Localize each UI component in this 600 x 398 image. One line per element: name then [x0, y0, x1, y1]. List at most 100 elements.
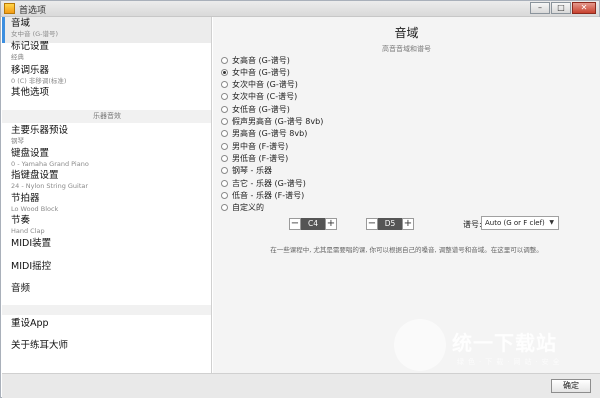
sidebar-item-midi-device[interactable]: MIDI装置 [2, 238, 211, 260]
sidebar-item-value: 24 - Nylon String Guitar [11, 182, 89, 190]
sidebar-item-rhythm[interactable]: 节奏 Hand Clap [2, 215, 211, 237]
sidebar-item-label: 音频 [11, 283, 31, 294]
range-option-label: 女高音 (G-谱号) [232, 55, 290, 65]
range-option[interactable]: 女次中音 (C-谱号) [221, 91, 297, 103]
sidebar-divider [2, 305, 211, 315]
sidebar-item-transposing[interactable]: 移调乐器 0 (C) 非移调(标准) [2, 65, 211, 89]
range-option[interactable]: 假声男高音 (G-谱号 8vb) [221, 116, 323, 128]
range-option-label: 自定义的 [232, 203, 264, 213]
clef-select-value: Auto (G or F clef) [485, 219, 545, 227]
radio-button[interactable] [221, 142, 228, 150]
sidebar-item-label: 关于练耳大师 [11, 340, 69, 351]
range-option[interactable]: 女次中音 (G-谱号) [221, 79, 298, 91]
preferences-window: 首选项 – □ ✕ 音域 女中音 (G-谱号) 标记设置 经典 移调乐器 0 (… [0, 0, 600, 398]
minimize-button[interactable]: – [530, 2, 550, 14]
sidebar-item-value: Hand Clap [11, 227, 45, 235]
sidebar-item-value: 经典 [11, 53, 24, 61]
watermark-text: 统一下载站 [452, 331, 557, 355]
range-option[interactable]: 女中音 (G-谱号) [221, 66, 290, 78]
title-bar[interactable]: 首选项 – □ ✕ [1, 1, 599, 17]
plus-icon[interactable]: + [325, 217, 337, 230]
range-option[interactable]: 女低音 (G-谱号) [221, 103, 290, 115]
range-option-label: 男中音 (F-谱号) [232, 141, 289, 151]
range-option-label: 假声男高音 (G-谱号 8vb) [232, 117, 324, 126]
range-option[interactable]: 低音 - 乐器 (F-谱号) [221, 189, 304, 201]
radio-button[interactable] [221, 56, 228, 64]
range-option-label: 女中音 (G-谱号) [232, 67, 290, 77]
sidebar-item-notation[interactable]: 标记设置 经典 [2, 41, 211, 65]
close-button[interactable]: ✕ [572, 2, 596, 14]
low-note-value: C4 [301, 217, 325, 230]
radio-button[interactable] [221, 93, 228, 101]
range-option-label: 女低音 (G-谱号) [232, 104, 290, 114]
radio-button[interactable] [221, 204, 228, 212]
sidebar-item-value: 0 (C) 非移调(标准) [11, 77, 67, 85]
range-option[interactable]: 吉它 - 乐器 (G-谱号) [221, 177, 306, 189]
sidebar-item-label: 标记设置 [11, 41, 50, 52]
radio-button[interactable] [221, 118, 228, 125]
sidebar-item-fretboard[interactable]: 指键盘设置 24 - Nylon String Guitar [2, 170, 211, 193]
chevron-down-icon: ▼ [549, 219, 554, 226]
sidebar-item-reset-app[interactable]: 重设App [2, 318, 211, 340]
footer-bar: 确定 [2, 373, 600, 398]
clef-label: 谱号: [463, 220, 482, 229]
sidebar-item-other[interactable]: 其他选项 [2, 87, 211, 107]
info-text: 在一些课程中, 尤其是需要唱的课, 你可以根据自己的嗓音, 调整谱号和音域。在这… [270, 246, 543, 254]
radio-button[interactable] [221, 191, 228, 199]
sidebar-item-main-preset[interactable]: 主要乐器预设 钢琴 [2, 125, 211, 148]
range-option-label: 男高音 (G-谱号 8vb) [232, 129, 308, 139]
page-subtitle: 高音音域和谱号 [382, 45, 431, 53]
radio-button[interactable] [221, 105, 228, 113]
range-option-label: 女次中音 (C-谱号) [232, 92, 298, 102]
range-option[interactable]: 男低音 (F-谱号) [221, 152, 288, 164]
sidebar-item-keyboard[interactable]: 键盘设置 0 - Yamaha Grand Piano [2, 148, 211, 171]
sidebar-item-value: 0 - Yamaha Grand Piano [11, 160, 89, 168]
sidebar-item-about[interactable]: 关于练耳大师 [2, 340, 211, 362]
sidebar-item-label: 移调乐器 [11, 65, 50, 76]
low-note-stepper[interactable]: − C4 + [289, 217, 337, 230]
range-option-label: 钢琴 - 乐器 [232, 166, 272, 176]
radio-button[interactable] [221, 179, 228, 187]
range-option[interactable]: 自定义的 [221, 202, 264, 214]
watermark-subtext: 绿色·下载·网站·安全 [457, 358, 564, 366]
radio-button[interactable] [221, 68, 228, 76]
sidebar-item-audio[interactable]: 音频 [2, 283, 211, 305]
main-panel: 音域 高音音域和谱号 女高音 (G-谱号) 女中音 (G-谱号) 女次中音 (G-谱… [213, 17, 600, 373]
window-controls: – □ ✕ [529, 2, 596, 14]
range-option[interactable]: 女高音 (G-谱号) [221, 54, 290, 66]
high-note-stepper[interactable]: − D5 + [366, 217, 414, 230]
radio-button[interactable] [221, 167, 228, 175]
sidebar-item-label: 节奏 [11, 215, 31, 226]
sidebar-item-label: 重设App [11, 318, 49, 329]
range-option[interactable]: 男高音 (G-谱号 8vb) [221, 128, 307, 140]
sidebar-item-label: 主要乐器预设 [11, 125, 69, 136]
minus-icon[interactable]: − [366, 217, 378, 230]
window-title: 首选项 [19, 6, 47, 16]
sidebar-item-label: 键盘设置 [11, 148, 50, 159]
app-icon [4, 3, 15, 14]
sidebar-item-label: 音域 [11, 18, 31, 29]
minus-icon[interactable]: − [289, 217, 301, 230]
sidebar-item-midi-control[interactable]: MIDI摇控 [2, 261, 211, 283]
sidebar-item-range[interactable]: 音域 女中音 (G-谱号) [2, 17, 211, 43]
sidebar-item-metronome[interactable]: 节拍器 Lo Wood Block [2, 193, 211, 215]
watermark-logo-icon [394, 319, 446, 371]
high-note-value: D5 [378, 217, 402, 230]
sidebar-item-value: 钢琴 [11, 137, 24, 145]
sidebar-item-label: 指键盘设置 [11, 170, 59, 181]
radio-button[interactable] [221, 130, 228, 138]
ok-button[interactable]: 确定 [551, 379, 591, 393]
radio-button[interactable] [221, 154, 228, 162]
radio-button[interactable] [221, 81, 228, 89]
page-title: 音域 [394, 26, 419, 40]
range-option[interactable]: 钢琴 - 乐器 [221, 165, 272, 177]
maximize-button[interactable]: □ [551, 2, 571, 14]
range-option[interactable]: 男中音 (F-谱号) [221, 140, 288, 152]
clef-select[interactable]: Auto (G or F clef) ▼ [481, 216, 559, 230]
sidebar-item-value: Lo Wood Block [11, 205, 59, 213]
range-option-label: 男低音 (F-谱号) [232, 153, 289, 163]
range-option-label: 低音 - 乐器 (F-谱号) [232, 190, 305, 200]
range-option-label: 女次中音 (G-谱号) [232, 80, 298, 90]
plus-icon[interactable]: + [402, 217, 414, 230]
sidebar-item-value: 女中音 (G-谱号) [11, 30, 59, 38]
